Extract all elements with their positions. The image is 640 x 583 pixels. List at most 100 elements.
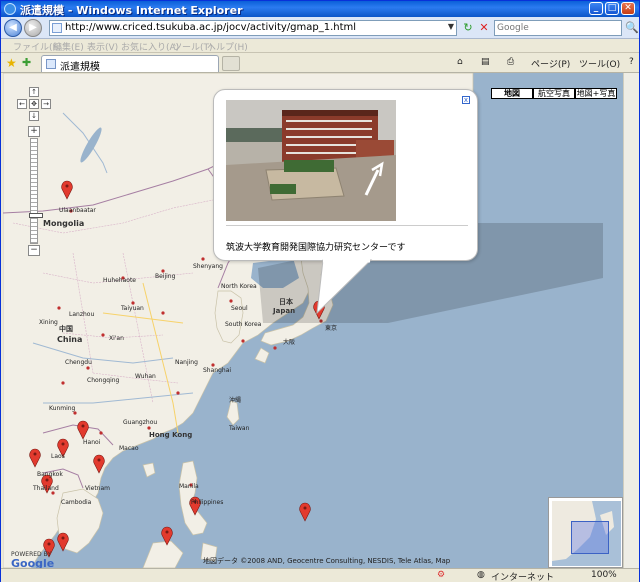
zoom-slider[interactable]: + − [28, 126, 43, 256]
map-label-china-jp: 中国 [59, 325, 73, 333]
url-field[interactable]: http://www.criced.tsukuba.ac.jp/jocv/act… [49, 20, 457, 36]
map-label-hanoi: Hanoi [83, 439, 101, 446]
info-description: 筑波大学教育開発国際協力研究センターです [226, 243, 406, 253]
zoom-out-button[interactable]: − [28, 245, 40, 256]
tab-page-icon [46, 59, 56, 69]
map-label-macao: Macao [119, 445, 139, 452]
map-label-beijing: Beijing [155, 273, 176, 280]
overview-viewport-box[interactable] [571, 521, 609, 554]
menu-help[interactable]: ヘルプ(H) [207, 40, 248, 53]
overview-inner [552, 501, 621, 566]
menu-bar: ファイル(F) 編集(E) 表示(V) お気に入り(A) ツール(T) ヘルプ(… [1, 39, 639, 53]
map-label-shanghai: Shanghai [203, 367, 232, 374]
map-type-satellite-button[interactable]: 航空写真 [533, 88, 575, 99]
map-type-map-button[interactable]: 地図 [491, 88, 533, 99]
search-input[interactable] [497, 22, 605, 34]
address-bar: ◀ ▶ http://www.criced.tsukuba.ac.jp/jocv… [1, 17, 639, 39]
google-logo[interactable]: Google [11, 557, 54, 568]
map-label-philippines: Philippines [191, 499, 224, 506]
window-title: 派遣規模 - Windows Internet Explorer [20, 4, 243, 17]
vertical-scrollbar[interactable] [623, 73, 639, 568]
title-bar[interactable]: 派遣規模 - Windows Internet Explorer _ □ ✕ [1, 1, 639, 17]
tools-menu-button[interactable]: ツール(O) [579, 57, 620, 70]
forward-button[interactable]: ▶ [24, 19, 42, 37]
menu-edit[interactable]: 編集(E) [53, 40, 84, 53]
menu-favorites[interactable]: お気に入り(A) [121, 40, 179, 53]
page-icon [52, 23, 62, 33]
page-menu-button[interactable]: ページ(P) [531, 57, 570, 70]
new-tab-button[interactable] [222, 56, 240, 71]
map-label-taiwan: Taiwan [229, 425, 250, 432]
tab-label: 派遣規模 [60, 62, 100, 73]
favorites-star-icon[interactable]: ★ [6, 56, 17, 70]
print-icon[interactable]: ⎙ [507, 57, 514, 67]
menu-view[interactable]: 表示(V) [87, 40, 118, 53]
map-marker [299, 502, 311, 522]
map-label-seoul: Seoul [231, 305, 248, 312]
tab-bar: ★ ✚ 派遣規模 ⌂ ▤ ⎙ ページ(P) ツール(O) ? [1, 53, 639, 73]
security-zone: インターネット [491, 573, 555, 583]
map-label-bangkok: Bangkok [37, 471, 63, 478]
map-label-laos: Laos [51, 453, 65, 460]
stop-button[interactable]: ✕ [477, 21, 491, 35]
map-label-vietnam: Vietnam [85, 485, 111, 492]
help-icon[interactable]: ? [629, 57, 634, 67]
search-box[interactable] [494, 20, 622, 36]
close-icon[interactable]: x [462, 96, 470, 104]
map-type-hybrid-button[interactable]: 地図+写真 [575, 88, 617, 99]
chevron-down-icon[interactable]: ▼ [448, 22, 454, 31]
globe-icon: ◍ [477, 570, 485, 580]
status-bar: ⚙ ◍ インターネット 100% [1, 568, 639, 583]
ie-logo-icon [4, 3, 16, 15]
pan-right-button[interactable]: → [41, 99, 51, 109]
protected-mode-icon: ⚙ [437, 570, 446, 580]
search-icon[interactable]: 🔍 [625, 21, 639, 34]
info-window-tail [316, 259, 373, 315]
building-photo [226, 100, 396, 221]
feeds-icon[interactable]: ▤ [481, 57, 490, 67]
info-window: x 筑波大学教育開発国際協力研究センターです [213, 89, 478, 261]
zoom-in-button[interactable]: + [28, 126, 40, 137]
map-label-south-korea: South Korea [225, 321, 262, 328]
overview-map[interactable] [548, 497, 623, 568]
url-text: http://www.criced.tsukuba.ac.jp/jocv/act… [65, 22, 357, 33]
info-divider [226, 225, 468, 226]
map-label-manila: Manila [179, 483, 199, 490]
map-label-okinawa: 沖縄 [229, 397, 242, 404]
map-label-japan-jp: 日本 [279, 298, 293, 306]
map-label-xining: Xining [39, 319, 58, 326]
back-button[interactable]: ◀ [4, 19, 22, 37]
map-copyright: 地図データ ©2008 AND, Geocentre Consulting, N… [203, 557, 451, 565]
zoom-level[interactable]: 100% [591, 570, 617, 580]
pan-left-button[interactable]: ← [17, 99, 27, 109]
map-label-lanzhou: Lanzhou [69, 311, 95, 318]
pan-up-button[interactable]: ↑ [29, 87, 39, 97]
pan-center-button[interactable]: ✥ [29, 99, 39, 109]
map-label-chengdu: Chengdu [65, 359, 92, 366]
zoom-thumb[interactable] [29, 213, 43, 218]
map-label-wuhan: Wuhan [135, 373, 156, 380]
map-label-hohhot: Huhehaote [103, 277, 137, 284]
zoom-track[interactable] [29, 138, 43, 244]
map-label-hongkong: Hong Kong [149, 431, 193, 439]
maximize-button[interactable]: □ [605, 2, 619, 15]
map-label-cambodia: Cambodia [61, 499, 92, 506]
map-label-xian: Xi'an [109, 335, 124, 342]
refresh-button[interactable]: ↻ [461, 21, 475, 35]
map-label-shenyang: Shenyang [193, 263, 223, 270]
close-button[interactable]: ✕ [621, 2, 635, 15]
pan-down-button[interactable]: ↓ [29, 111, 39, 121]
minimize-button[interactable]: _ [589, 2, 603, 15]
map-label-north-korea: North Korea [221, 283, 257, 290]
home-icon[interactable]: ⌂ [457, 57, 463, 67]
map-label-chongqing: Chongqing [87, 377, 120, 384]
browser-window: 派遣規模 - Windows Internet Explorer _ □ ✕ ◀… [0, 0, 640, 583]
map-label-kunming: Kunming [49, 405, 76, 412]
add-favorite-icon[interactable]: ✚ [22, 56, 31, 69]
tab-active[interactable]: 派遣規模 [41, 55, 219, 73]
map-label-mongolia: Mongolia [43, 219, 85, 228]
map-label-tokyo: 東京 [325, 325, 338, 332]
map-label-nanjing: Nanjing [175, 359, 198, 366]
map-label-china: China [57, 335, 83, 344]
map-viewport[interactable]: Mongolia Ulaanbaatar China 中国 Japan 日本 N… [3, 73, 623, 568]
